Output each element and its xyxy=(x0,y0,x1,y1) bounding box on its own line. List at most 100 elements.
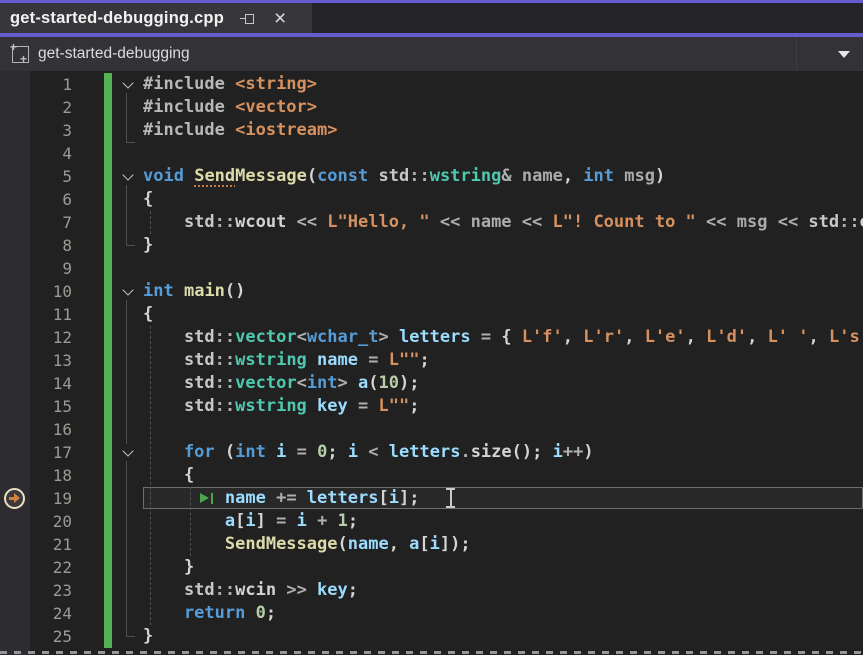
code-line-1[interactable]: 1 #include <string> xyxy=(0,73,863,96)
line-number[interactable]: 6 xyxy=(30,188,85,211)
line-number[interactable]: 3 xyxy=(30,119,85,142)
code-text[interactable]: #include <iostream> xyxy=(143,119,863,142)
code-text[interactable]: a[i] = i + 1; xyxy=(143,510,863,533)
line-number[interactable]: 10 xyxy=(30,280,85,303)
fold-chevron-icon[interactable] xyxy=(119,444,136,461)
code-line-25[interactable]: 25} xyxy=(0,625,863,648)
code-line-22[interactable]: 22 } xyxy=(0,556,863,579)
code-text[interactable]: std::wstring key = L""; xyxy=(143,395,863,418)
fold-chevron-icon[interactable] xyxy=(119,283,136,300)
code-line-4[interactable]: 4 xyxy=(0,142,863,165)
breakpoint-margin[interactable] xyxy=(0,211,30,234)
code-text[interactable]: std::wcin >> key; xyxy=(143,579,863,602)
breakpoint-margin[interactable] xyxy=(0,234,30,257)
code-text[interactable]: return 0; xyxy=(143,602,863,625)
code-text[interactable]: #include <string> xyxy=(143,73,863,96)
code-text[interactable] xyxy=(143,418,863,441)
breakpoint-margin[interactable] xyxy=(0,487,30,510)
code-line-10[interactable]: 10int main() xyxy=(0,280,863,303)
breakpoint-margin[interactable] xyxy=(0,556,30,579)
code-text[interactable] xyxy=(143,142,863,165)
code-line-3[interactable]: 3 #include <iostream> xyxy=(0,119,863,142)
code-text[interactable]: } xyxy=(143,234,863,257)
code-line-14[interactable]: 14 std::vector<int> a(10); xyxy=(0,372,863,395)
code-line-5[interactable]: 5 void SendMessage(const std::wstring& na… xyxy=(0,165,863,188)
code-line-11[interactable]: 11 { xyxy=(0,303,863,326)
code-line-12[interactable]: 12 std::vector<wchar_t> letters = { L'f'… xyxy=(0,326,863,349)
breakpoint-margin[interactable] xyxy=(0,73,30,96)
code-text[interactable]: std::vector<wchar_t> letters = { L'f', L… xyxy=(143,326,863,349)
tab-active[interactable]: get-started-debugging.cpp × xyxy=(0,3,312,33)
close-icon[interactable]: × xyxy=(274,8,286,29)
code-text[interactable]: std::vector<int> a(10); xyxy=(143,372,863,395)
code-line-23[interactable]: 23 std::wcin >> key; xyxy=(0,579,863,602)
code-line-2[interactable]: 2#include <vector> xyxy=(0,96,863,119)
line-number[interactable]: 24 xyxy=(30,602,85,625)
breakpoint-margin[interactable] xyxy=(0,418,30,441)
line-number[interactable]: 17 xyxy=(30,441,85,464)
line-number[interactable]: 25 xyxy=(30,625,85,648)
code-text[interactable]: } xyxy=(143,625,863,648)
line-number[interactable]: 14 xyxy=(30,372,85,395)
breakpoint-margin[interactable] xyxy=(0,533,30,556)
code-line-15[interactable]: 15 std::wstring key = L""; xyxy=(0,395,863,418)
breakpoint-margin[interactable] xyxy=(0,464,30,487)
breakpoint-margin[interactable] xyxy=(0,303,30,326)
code-line-8[interactable]: 8} xyxy=(0,234,863,257)
code-text[interactable]: for (int i = 0; i < letters.size(); i++) xyxy=(143,441,863,464)
breakpoint-margin[interactable] xyxy=(0,326,30,349)
breakpoint-margin[interactable] xyxy=(0,395,30,418)
line-number[interactable]: 12 xyxy=(30,326,85,349)
code-line-24[interactable]: 24 return 0; xyxy=(0,602,863,625)
pin-icon[interactable] xyxy=(240,10,257,27)
code-line-16[interactable]: 16 xyxy=(0,418,863,441)
code-line-19[interactable]: 19 name += letters[i]; xyxy=(0,487,863,510)
breadcrumb-bar[interactable]: get-started-debugging xyxy=(0,37,863,71)
code-text[interactable]: { xyxy=(143,464,863,487)
line-number[interactable]: 21 xyxy=(30,533,85,556)
line-number[interactable]: 5 xyxy=(30,165,85,188)
scope-dropdown-button[interactable] xyxy=(796,37,863,71)
breakpoint-margin[interactable] xyxy=(0,510,30,533)
breakpoint-margin[interactable] xyxy=(0,441,30,464)
run-to-click-icon[interactable] xyxy=(200,492,215,505)
line-number[interactable]: 11 xyxy=(30,303,85,326)
code-text[interactable]: std::wstring name = L""; xyxy=(143,349,863,372)
breakpoint-margin[interactable] xyxy=(0,625,30,648)
code-line-21[interactable]: 21 SendMessage(name, a[i]); xyxy=(0,533,863,556)
line-number[interactable]: 13 xyxy=(30,349,85,372)
code-text[interactable]: void SendMessage(const std::wstring& nam… xyxy=(143,165,863,188)
breakpoint-margin[interactable] xyxy=(0,280,30,303)
code-line-17[interactable]: 17 for (int i = 0; i < letters.size(); i… xyxy=(0,441,863,464)
breakpoint-margin[interactable] xyxy=(0,579,30,602)
line-number[interactable]: 16 xyxy=(30,418,85,441)
code-text[interactable]: std::wcout << L"Hello, " << name << L"! … xyxy=(143,211,863,234)
code-text[interactable]: { xyxy=(143,188,863,211)
code-text[interactable]: #include <vector> xyxy=(143,96,863,119)
fold-chevron-icon[interactable] xyxy=(119,168,136,185)
code-line-13[interactable]: 13 std::wstring name = L""; xyxy=(0,349,863,372)
code-text[interactable]: } xyxy=(143,556,863,579)
line-number[interactable]: 19 xyxy=(30,487,85,510)
breakpoint-margin[interactable] xyxy=(0,349,30,372)
code-text[interactable]: { xyxy=(143,303,863,326)
code-text[interactable] xyxy=(143,257,863,280)
breakpoint-margin[interactable] xyxy=(0,165,30,188)
line-number[interactable]: 1 xyxy=(30,73,85,96)
breakpoint-margin[interactable] xyxy=(0,257,30,280)
code-text[interactable]: SendMessage(name, a[i]); xyxy=(143,533,863,556)
breakpoint-margin[interactable] xyxy=(0,372,30,395)
breakpoint-margin[interactable] xyxy=(0,188,30,211)
code-text[interactable]: name += letters[i]; xyxy=(143,487,863,510)
line-number[interactable]: 22 xyxy=(30,556,85,579)
code-line-18[interactable]: 18 { xyxy=(0,464,863,487)
code-line-20[interactable]: 20 a[i] = i + 1; xyxy=(0,510,863,533)
line-number[interactable]: 18 xyxy=(30,464,85,487)
line-number[interactable]: 8 xyxy=(30,234,85,257)
line-number[interactable]: 20 xyxy=(30,510,85,533)
code-editor[interactable]: 1 #include <string>2#include <vector>3 #in… xyxy=(0,71,863,655)
breakpoint-margin[interactable] xyxy=(0,142,30,165)
code-line-7[interactable]: 7 std::wcout << L"Hello, " << name << L"… xyxy=(0,211,863,234)
code-line-9[interactable]: 9 xyxy=(0,257,863,280)
line-number[interactable]: 9 xyxy=(30,257,85,280)
